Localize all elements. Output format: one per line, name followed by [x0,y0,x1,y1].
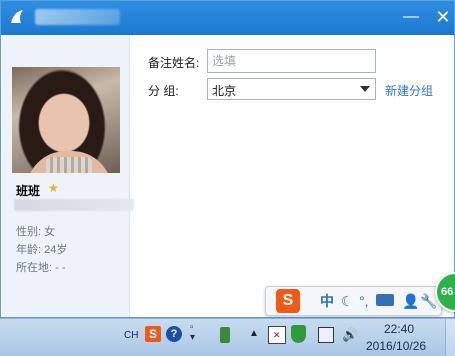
close-icon: ✕ [435,7,451,27]
title-text-blurred [35,9,120,25]
keyboard-icon[interactable] [376,294,394,306]
close-button[interactable]: ✕ [433,7,453,27]
taskbar: CH S ? ▫▾ ▲ 🔊 22:40 2016/10/26 [0,318,455,356]
user-icon[interactable]: 👤 [402,291,419,311]
language-options-icon[interactable]: ▫ ▾ [190,323,195,343]
network-icon[interactable] [318,327,334,343]
input-language-indicator[interactable]: CH [124,330,138,341]
help-icon[interactable]: ? [166,326,182,342]
avatar-clothing [46,157,92,173]
show-hidden-icons-chevron-icon[interactable]: ▲ [249,328,259,339]
action-center-flag-icon[interactable] [268,326,286,344]
group-selected-value: 北京 [212,84,237,98]
half-width-moon-icon[interactable]: ☾ [341,291,354,311]
chinese-mode-toggle[interactable]: 中 [320,291,334,311]
minimize-button[interactable]: — [401,7,421,27]
gender-info: 性别: 女 [16,226,56,238]
show-desktop-button[interactable] [445,319,455,356]
sogou-ime-icon[interactable]: S [276,289,300,313]
qq-penguin-icon [11,10,23,23]
avatar [12,67,120,173]
group-label: 分 组: [148,84,179,98]
star-icon: ★ [48,181,59,195]
clock-time[interactable]: 22:40 [384,322,414,336]
new-group-link[interactable]: 新建分组 [385,82,433,99]
age-info: 年龄: 24岁 [16,244,68,256]
clock-date[interactable]: 2016/10/26 [366,339,426,353]
account-id-blurred [14,199,134,211]
nickname: 班班 [16,184,41,198]
security-shield-icon[interactable] [291,325,306,343]
minimize-icon: — [403,8,419,25]
remark-name-label: 备注姓名: [148,56,200,70]
volume-icon[interactable]: 🔊 [342,327,358,343]
punctuation-toggle[interactable]: °, [359,291,369,311]
location-info: 所在地: - - [16,262,66,274]
chevron-down-icon [360,86,370,92]
sogou-tray-icon[interactable]: S [145,326,161,342]
group-select[interactable]: 北京 [207,78,376,100]
screen: — ✕ 班班 ★ 性别: 女 年龄: 24岁 所在地: - - 备注姓名: 分 … [0,0,455,356]
ime-toolbar[interactable]: S 中 ☾ °, 👤 🔧 [265,286,442,316]
title-bar[interactable]: — ✕ [1,1,454,35]
profile-panel: 班班 ★ 性别: 女 年龄: 24岁 所在地: - - [2,35,134,317]
usb-device-icon[interactable] [220,327,230,343]
add-friend-window: — ✕ 班班 ★ 性别: 女 年龄: 24岁 所在地: - - 备注姓名: 分 … [0,0,455,318]
remark-name-input[interactable] [207,49,376,73]
